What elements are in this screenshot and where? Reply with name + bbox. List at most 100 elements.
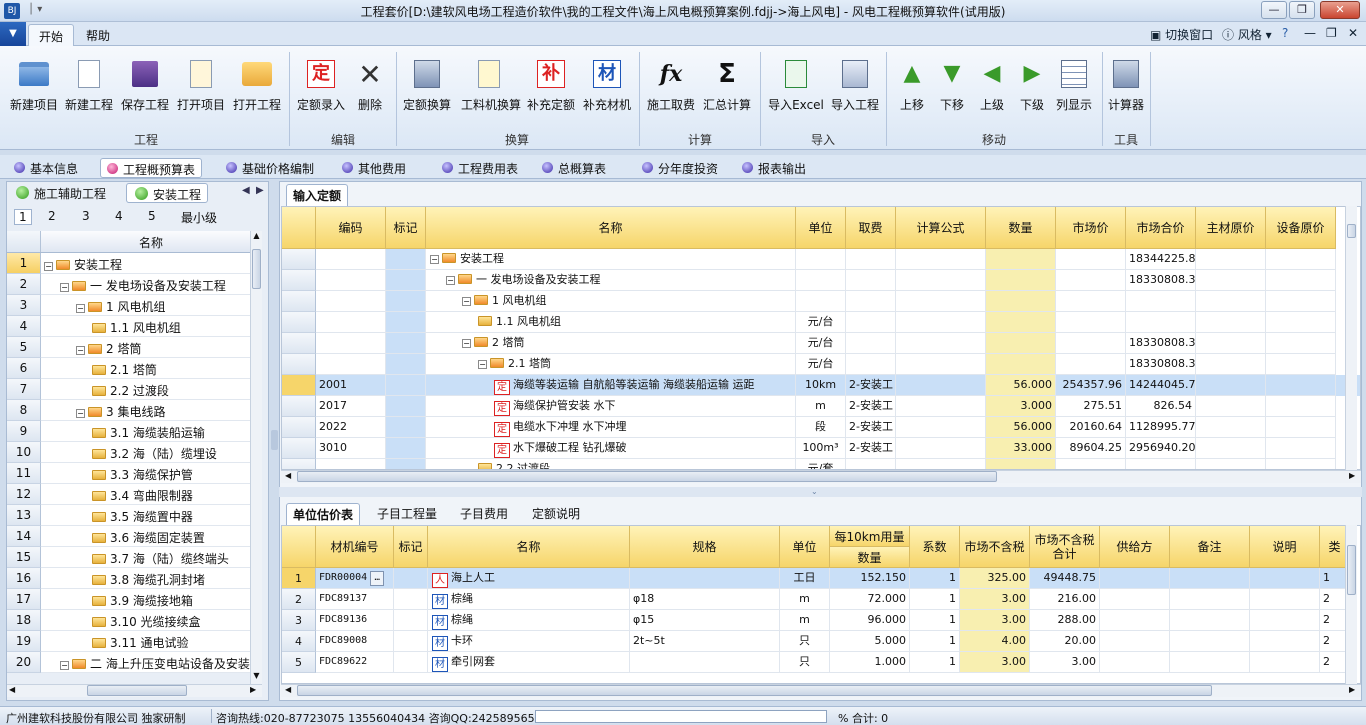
quota-entry-button[interactable]: 定定额录入 xyxy=(293,54,349,113)
ribbon-minimize-icon[interactable]: — xyxy=(1304,26,1316,40)
restore-button[interactable]: ❐ xyxy=(1289,1,1315,19)
material-note[interactable] xyxy=(1170,589,1250,610)
material-quantity[interactable]: 96.000 xyxy=(830,610,910,631)
material-quantity[interactable]: 72.000 xyxy=(830,589,910,610)
tree-row[interactable]: 3.11 通电试验 xyxy=(41,631,250,652)
column-header-usage-qty[interactable]: 数量 xyxy=(830,547,910,568)
scroll-up-icon[interactable]: ▲ xyxy=(251,231,262,240)
level-4-button[interactable]: 4 xyxy=(115,209,123,223)
hscroll-left-icon[interactable]: ◀ xyxy=(285,471,291,480)
tree-row[interactable]: − 1 风电机组 xyxy=(41,295,250,316)
column-display-button[interactable]: 列显示 xyxy=(1046,54,1102,113)
tree-vertical-scrollbar[interactable]: ▲ ▼ xyxy=(250,231,262,684)
ribbon-restore-icon[interactable]: ❐ xyxy=(1326,26,1337,40)
collapse-toggle-icon[interactable]: − xyxy=(446,276,455,285)
lower-tab-3[interactable]: 子目费用 xyxy=(454,503,514,524)
material-note[interactable] xyxy=(1170,610,1250,631)
calculator-button[interactable]: 计算器 xyxy=(1098,54,1154,113)
collapse-toggle-icon[interactable]: − xyxy=(462,339,471,348)
minimize-button[interactable]: — xyxy=(1261,1,1287,19)
material-price[interactable]: 325.00 xyxy=(960,568,1030,589)
quota-quantity[interactable] xyxy=(986,459,1056,469)
pane-collapse-handle[interactable] xyxy=(271,430,278,450)
tree-row[interactable]: − 3 集电线路 xyxy=(41,400,250,421)
tab-installation[interactable]: 安装工程 xyxy=(126,183,209,203)
tree-row[interactable]: 1.1 风电机组 xyxy=(41,316,250,337)
material-note[interactable] xyxy=(1170,631,1250,652)
delete-button[interactable]: ✕ 删除 xyxy=(342,54,398,113)
material-price[interactable]: 3.00 xyxy=(960,610,1030,631)
tree-row[interactable]: 3.9 海缆接地箱 xyxy=(41,589,250,610)
supplement-material-button[interactable]: 材补充材机 xyxy=(579,54,635,113)
material-grid-scroll-thumb[interactable] xyxy=(1347,545,1356,595)
splitter-grip-icon[interactable]: ⌄ xyxy=(811,487,818,496)
material-quantity[interactable]: 5.000 xyxy=(830,631,910,652)
column-header[interactable]: 规格 xyxy=(630,526,780,568)
column-header[interactable]: 供给方 xyxy=(1100,526,1170,568)
module-tab-3[interactable]: 基础价格编制 xyxy=(220,158,320,178)
lower-tab-4[interactable]: 定额说明 xyxy=(526,503,586,524)
level-5-button[interactable]: 5 xyxy=(148,209,156,223)
quota-quantity[interactable]: 3.000 xyxy=(986,396,1056,417)
tree-row[interactable]: − 一 发电场设备及安装工程 xyxy=(41,274,250,295)
quota-quantity[interactable] xyxy=(986,270,1056,291)
tab-scroll-left-icon[interactable]: ◀ xyxy=(242,185,250,196)
material-coefficient[interactable]: 1 xyxy=(910,589,960,610)
material-note[interactable] xyxy=(1170,652,1250,673)
collapse-toggle-icon[interactable]: − xyxy=(60,661,69,670)
quota-quantity[interactable] xyxy=(986,333,1056,354)
column-header[interactable]: 市场价 xyxy=(1056,207,1126,249)
level-3-button[interactable]: 3 xyxy=(82,209,90,223)
tree-row[interactable]: − 2 塔筒 xyxy=(41,337,250,358)
hscroll-right-icon[interactable]: ▶ xyxy=(250,685,256,694)
collapse-toggle-icon[interactable]: − xyxy=(478,360,487,369)
collapse-toggle-icon[interactable]: − xyxy=(462,297,471,306)
collapse-toggle-icon[interactable]: − xyxy=(430,255,439,264)
hscroll-right-icon[interactable]: ▶ xyxy=(1349,685,1355,694)
tree-row[interactable]: 3.1 海缆装船运输 xyxy=(41,421,250,442)
quota-grid-vertical-scrollbar[interactable] xyxy=(1345,206,1357,470)
module-tab-1[interactable]: 基本信息 xyxy=(8,158,84,178)
quota-quantity[interactable] xyxy=(986,312,1056,333)
quota-quantity[interactable]: 33.000 xyxy=(986,438,1056,459)
tab-help[interactable]: 帮助 xyxy=(76,24,120,46)
column-header[interactable]: 名称 xyxy=(426,207,796,249)
column-header-usage[interactable]: 每10km用量 xyxy=(830,526,910,547)
ribbon-close-icon[interactable]: ✕ xyxy=(1348,26,1358,40)
tree-row[interactable]: 3.8 海缆孔洞封堵 xyxy=(41,568,250,589)
material-price[interactable]: 4.00 xyxy=(960,631,1030,652)
tree-row[interactable]: 2.1 塔筒 xyxy=(41,358,250,379)
quota-quantity[interactable] xyxy=(986,291,1056,312)
lower-tab-2[interactable]: 子目工程量 xyxy=(371,503,443,524)
new-engineering-button[interactable]: 新建工程 xyxy=(61,54,117,113)
column-header[interactable]: 编码 xyxy=(316,207,386,249)
material-coefficient[interactable]: 1 xyxy=(910,631,960,652)
app-menu-button[interactable]: ▼ xyxy=(0,22,26,46)
column-header[interactable]: 材机编号 xyxy=(316,526,394,568)
level-1-button[interactable]: 1 xyxy=(14,209,32,225)
tree-row[interactable]: 3.5 海缆置中器 xyxy=(41,505,250,526)
labor-material-conversion-button[interactable]: 工料机换算 xyxy=(461,54,521,113)
tree-row[interactable]: 2.2 过渡段 xyxy=(41,379,250,400)
collapse-toggle-icon[interactable]: − xyxy=(44,262,53,271)
column-header[interactable]: 数量 xyxy=(986,207,1056,249)
module-tab-4[interactable]: 其他费用 xyxy=(336,158,412,178)
quota-hscroll-thumb[interactable] xyxy=(297,471,997,482)
material-supplier[interactable] xyxy=(1100,652,1170,673)
tree-hscroll-thumb[interactable] xyxy=(87,685,187,696)
tree-row[interactable]: − 二 海上升压变电站设备及安装 xyxy=(41,652,250,673)
quota-quantity[interactable] xyxy=(986,249,1056,270)
quota-quantity[interactable]: 56.000 xyxy=(986,375,1056,396)
hscroll-right-icon[interactable]: ▶ xyxy=(1349,471,1355,480)
quota-grid-horizontal-scrollbar[interactable]: ◀ ▶ xyxy=(281,470,1361,483)
switch-window-button[interactable]: ▣ 切换窗口 xyxy=(1150,26,1213,43)
material-quantity[interactable]: 152.150 xyxy=(830,568,910,589)
module-tab-7[interactable]: 分年度投资 xyxy=(636,158,724,178)
quota-quantity[interactable]: 56.000 xyxy=(986,417,1056,438)
material-grid-vertical-scrollbar[interactable] xyxy=(1345,525,1357,684)
column-header[interactable]: 市场合价 xyxy=(1126,207,1196,249)
material-supplier[interactable] xyxy=(1100,631,1170,652)
material-grid-horizontal-scrollbar[interactable]: ◀ ▶ xyxy=(281,684,1361,697)
column-header-total[interactable]: 市场不含税 合计 xyxy=(1030,526,1100,568)
open-engineering-button[interactable]: 打开工程 xyxy=(229,54,285,113)
